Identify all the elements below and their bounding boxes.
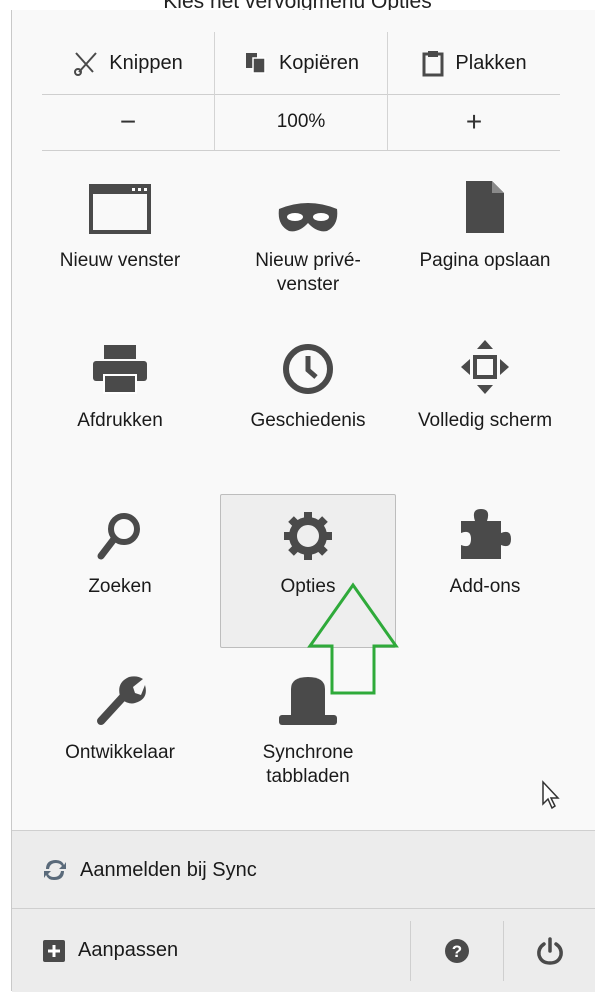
cut-button[interactable]: Knippen (42, 32, 214, 94)
sync-signin-button[interactable]: Aanmelden bij Sync (12, 830, 595, 909)
copy-label: Kopiëren (278, 51, 360, 74)
save-page-label: Pagina opslaan (419, 250, 551, 271)
search-label: Zoeken (88, 576, 152, 597)
clipboard-icon (422, 51, 444, 77)
scissors-icon (74, 52, 98, 76)
sync-signin-label: Aanmelden bij Sync (80, 858, 257, 881)
sync-icon (44, 860, 66, 880)
puzzle-icon (461, 509, 511, 559)
zoom-in-symbol: + (465, 106, 483, 137)
paste-label: Plakken (455, 51, 527, 74)
customize-label: Aanpassen (78, 939, 179, 961)
zoom-out-button[interactable]: − (42, 94, 214, 150)
new-window-button[interactable]: Nieuw venster (32, 168, 208, 318)
synced-tabs-label: Synchrone tabbladen (262, 742, 354, 787)
fullscreen-icon (461, 340, 509, 394)
up-arrow-annotation (307, 582, 399, 695)
print-label: Afdrukken (77, 410, 163, 431)
cut-label: Knippen (109, 51, 183, 74)
svg-text:?: ? (452, 942, 462, 961)
new-window-label: Nieuw venster (59, 250, 181, 271)
history-label: Geschiedenis (250, 410, 366, 431)
fullscreen-button[interactable]: Volledig scherm (397, 328, 573, 478)
new-private-window-label: Nieuw privé-venster (255, 250, 361, 295)
zoom-level: 100% (276, 111, 326, 132)
clock-icon (283, 344, 333, 394)
print-button[interactable]: Afdrukken (32, 328, 208, 478)
help-button[interactable]: ? (410, 920, 503, 981)
developer-button[interactable]: Ontwikkelaar (32, 660, 208, 810)
printer-icon (93, 345, 147, 394)
wrench-icon (97, 676, 146, 725)
mask-icon (278, 203, 338, 232)
page-icon (466, 181, 504, 233)
mouse-cursor-icon (542, 780, 560, 810)
help-icon: ? (445, 938, 469, 963)
search-button[interactable]: Zoeken (32, 494, 208, 644)
copy-icon (245, 53, 266, 74)
quit-button[interactable] (503, 920, 595, 981)
menu-footer: Aanpassen ? (12, 908, 595, 992)
new-private-window-button[interactable]: Nieuw privé-venster (220, 168, 396, 318)
copy-button[interactable]: Kopiëren (214, 32, 387, 94)
zoom-controls: − 100% + (42, 94, 560, 151)
addons-button[interactable]: Add-ons (397, 494, 573, 644)
window-icon (89, 184, 151, 234)
zoom-out-symbol: − (119, 106, 137, 137)
zoom-reset-button[interactable]: 100% (214, 94, 387, 150)
plus-box-icon (43, 939, 65, 962)
zoom-in-button[interactable]: + (387, 94, 560, 150)
edit-controls: Knippen Kopiëren Plakken (42, 32, 560, 95)
addons-label: Add-ons (449, 576, 521, 597)
gear-icon (284, 512, 332, 560)
save-page-button[interactable]: Pagina opslaan (397, 168, 573, 318)
paste-button[interactable]: Plakken (387, 32, 560, 94)
fullscreen-label: Volledig scherm (417, 410, 553, 431)
developer-label: Ontwikkelaar (65, 742, 175, 763)
customize-button[interactable]: Aanpassen (12, 939, 410, 963)
menu-panel: Knippen Kopiëren Plakken − 100% + Nieuw … (11, 10, 595, 992)
search-icon (97, 513, 140, 560)
power-icon (537, 936, 563, 965)
history-button[interactable]: Geschiedenis (220, 328, 396, 478)
